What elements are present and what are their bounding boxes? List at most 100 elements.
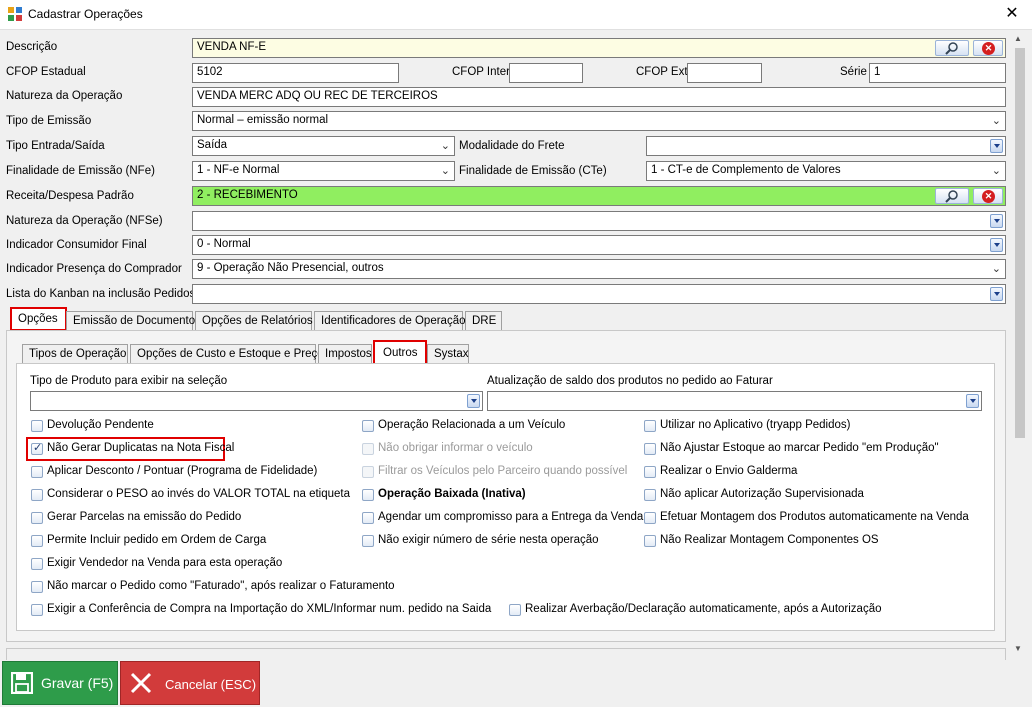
considerar-peso-checkbox[interactable] (31, 489, 43, 501)
nao-gerar-duplicatas-checkbox[interactable] (31, 441, 43, 455)
chevron-down-icon: ⌄ (991, 115, 1001, 127)
nao-gerar-duplicatas-label: Não Gerar Duplicatas na Nota Fiscal (47, 442, 235, 454)
agendar-compromisso-label: Agendar um compromisso para a Entrega da… (378, 511, 644, 523)
exigir-conferencia-checkbox[interactable] (31, 604, 43, 616)
natureza-nfse-select[interactable] (192, 211, 1006, 231)
tipo-emissao-value: Normal – emissão normal (197, 114, 329, 126)
aplicar-desconto-checkbox[interactable] (31, 466, 43, 478)
agendar-compromisso-checkbox[interactable] (362, 512, 374, 524)
operacao-veiculo-checkbox[interactable] (362, 420, 374, 432)
dropdown-arrow-icon (990, 214, 1003, 228)
modalidade-frete-select[interactable] (646, 136, 1006, 156)
tipo-es-value: Saída (197, 139, 228, 151)
devolucao-pendente-checkbox[interactable] (31, 420, 43, 432)
consumidor-value: 0 - Normal (197, 238, 251, 250)
realizar-averbacao-checkbox[interactable] (509, 604, 521, 616)
envio-galderma-checkbox[interactable] (644, 466, 656, 478)
cancel-button[interactable]: Cancelar (ESC) (120, 661, 260, 705)
search-receita-button[interactable] (935, 188, 969, 204)
window-title: Cadastrar Operações (28, 7, 143, 21)
finalidade-cte-select[interactable]: 1 - CT-e de Complemento de Valores ⌄ (646, 161, 1006, 181)
modalidade-frete-label: Modalidade do Frete (459, 140, 565, 152)
filtrar-veiculos-label: Filtrar os Veículos pelo Parceiro quando… (378, 465, 628, 477)
nao-realizar-montagem-checkbox[interactable] (644, 535, 656, 547)
devolucao-pendente-label: Devolução Pendente (47, 419, 154, 431)
utilizar-aplicativo-checkbox[interactable] (644, 420, 656, 432)
finalidade-cte-label: Finalidade de Emissão (CTe) (459, 165, 607, 177)
kanban-label: Lista do Kanban na inclusão Pedidos (6, 288, 196, 300)
nao-marcar-faturado-checkbox[interactable] (31, 581, 43, 593)
clear-receita-button[interactable]: ✕ (973, 188, 1003, 204)
gerar-parcelas-label: Gerar Parcelas na emissão do Pedido (47, 511, 242, 523)
scrollbar-thumb[interactable] (1015, 48, 1025, 438)
tipo-produto-select[interactable] (30, 391, 483, 411)
operacao-veiculo-label: Operação Relacionada a um Veículo (378, 419, 566, 431)
cfop-ext-input[interactable] (687, 63, 762, 83)
atualizacao-saldo-label: Atualização de saldo dos produtos no ped… (487, 375, 773, 387)
dropdown-arrow-icon (990, 238, 1003, 252)
tab-dre[interactable]: DRE (465, 311, 502, 330)
exigir-vendedor-label: Exigir Vendedor na Venda para esta opera… (47, 557, 283, 569)
tipo-es-select[interactable]: Saída ⌄ (192, 136, 455, 156)
operacao-baixada-label: Operação Baixada (Inativa) (378, 488, 526, 500)
atualizacao-saldo-select[interactable] (487, 391, 982, 411)
tipo-emissao-label: Tipo de Emissão (6, 115, 92, 127)
subtab-systax[interactable]: Systax (427, 344, 469, 363)
exigir-vendedor-checkbox[interactable] (31, 558, 43, 570)
scroll-up-icon[interactable]: ▲ (1014, 34, 1022, 43)
subtab-custo-estoque[interactable]: Opções de Custo e Estoque e Preço (130, 344, 324, 363)
operacao-baixada-checkbox[interactable] (362, 489, 374, 501)
envio-galderma-label: Realizar o Envio Galderma (660, 465, 798, 477)
presenca-select[interactable]: 9 - Operação Não Presencial, outros ⌄ (192, 259, 1006, 279)
floppy-disk-icon (11, 672, 33, 694)
subtab-tipos-operacao[interactable]: Tipos de Operação (22, 344, 128, 363)
gerar-parcelas-checkbox[interactable] (31, 512, 43, 524)
tab-emissao-documentos[interactable]: Emissão de Documentos (66, 311, 201, 330)
consumidor-select[interactable]: 0 - Normal (192, 235, 1006, 255)
serie-input[interactable]: 1 (869, 63, 1006, 83)
efetuar-montagem-label: Efetuar Montagem dos Produtos automatica… (660, 511, 969, 523)
permite-incluir-checkbox[interactable] (31, 535, 43, 547)
efetuar-montagem-checkbox[interactable] (644, 512, 656, 524)
save-button[interactable]: Gravar (F5) (2, 661, 118, 705)
clear-descricao-button[interactable]: ✕ (973, 40, 1003, 56)
exigir-conferencia-label: Exigir a Conferência de Compra na Import… (47, 603, 492, 615)
tab-opcoes[interactable]: Opções (10, 307, 67, 331)
nao-aplicar-autorizacao-checkbox[interactable] (644, 489, 656, 501)
finalidade-nfe-select[interactable]: 1 - NF-e Normal ⌄ (192, 161, 455, 181)
nao-obrigar-veiculo-checkbox[interactable] (362, 443, 374, 455)
magnifier-icon (945, 190, 958, 203)
clear-icon: ✕ (982, 190, 995, 203)
nao-exigir-serie-checkbox[interactable] (362, 535, 374, 547)
descricao-label: Descrição (6, 41, 58, 53)
dropdown-arrow-icon (990, 139, 1003, 153)
subtab-impostos[interactable]: Impostos (318, 344, 372, 363)
chevron-down-icon: ⌄ (991, 165, 1001, 177)
tipo-emissao-select[interactable]: Normal – emissão normal ⌄ (192, 111, 1006, 131)
utilizar-aplicativo-label: Utilizar no Aplicativo (tryapp Pedidos) (660, 419, 851, 431)
chevron-down-icon: ⌄ (991, 263, 1001, 275)
cfop-ext-label: CFOP Ext (636, 66, 688, 78)
natureza-input[interactable]: VENDA MERC ADQ OU REC DE TERCEIROS (192, 87, 1006, 107)
serie-label: Série (840, 66, 867, 78)
dropdown-arrow-icon (990, 287, 1003, 301)
nao-ajustar-estoque-checkbox[interactable] (644, 443, 656, 455)
dropdown-arrow-icon (467, 394, 480, 408)
nao-ajustar-estoque-label: Não Ajustar Estoque ao marcar Pedido "em… (660, 442, 939, 454)
scroll-down-icon[interactable]: ▼ (1014, 644, 1022, 653)
filtrar-veiculos-checkbox[interactable] (362, 466, 374, 478)
descricao-input[interactable]: VENDA NF-E (192, 38, 1006, 58)
nao-marcar-faturado-label: Não marcar o Pedido como "Faturado", apó… (47, 580, 395, 592)
close-window-button[interactable]: ✕ (1000, 4, 1024, 24)
cfop-estadual-input[interactable]: 5102 (192, 63, 399, 83)
receita-input[interactable]: 2 - RECEBIMENTO (192, 186, 1006, 206)
cfop-inter-input[interactable] (509, 63, 583, 83)
nao-aplicar-autorizacao-label: Não aplicar Autorização Supervisionada (660, 488, 864, 500)
receita-label: Receita/Despesa Padrão (6, 190, 134, 202)
tab-opcoes-relatorios[interactable]: Opções de Relatórios (195, 311, 313, 330)
kanban-select[interactable] (192, 284, 1006, 304)
magnifier-icon (945, 42, 958, 55)
search-descricao-button[interactable] (935, 40, 969, 56)
tab-identificadores[interactable]: Identificadores de Operação (314, 311, 465, 330)
natureza-nfse-label: Natureza da Operação (NFSe) (6, 215, 163, 227)
